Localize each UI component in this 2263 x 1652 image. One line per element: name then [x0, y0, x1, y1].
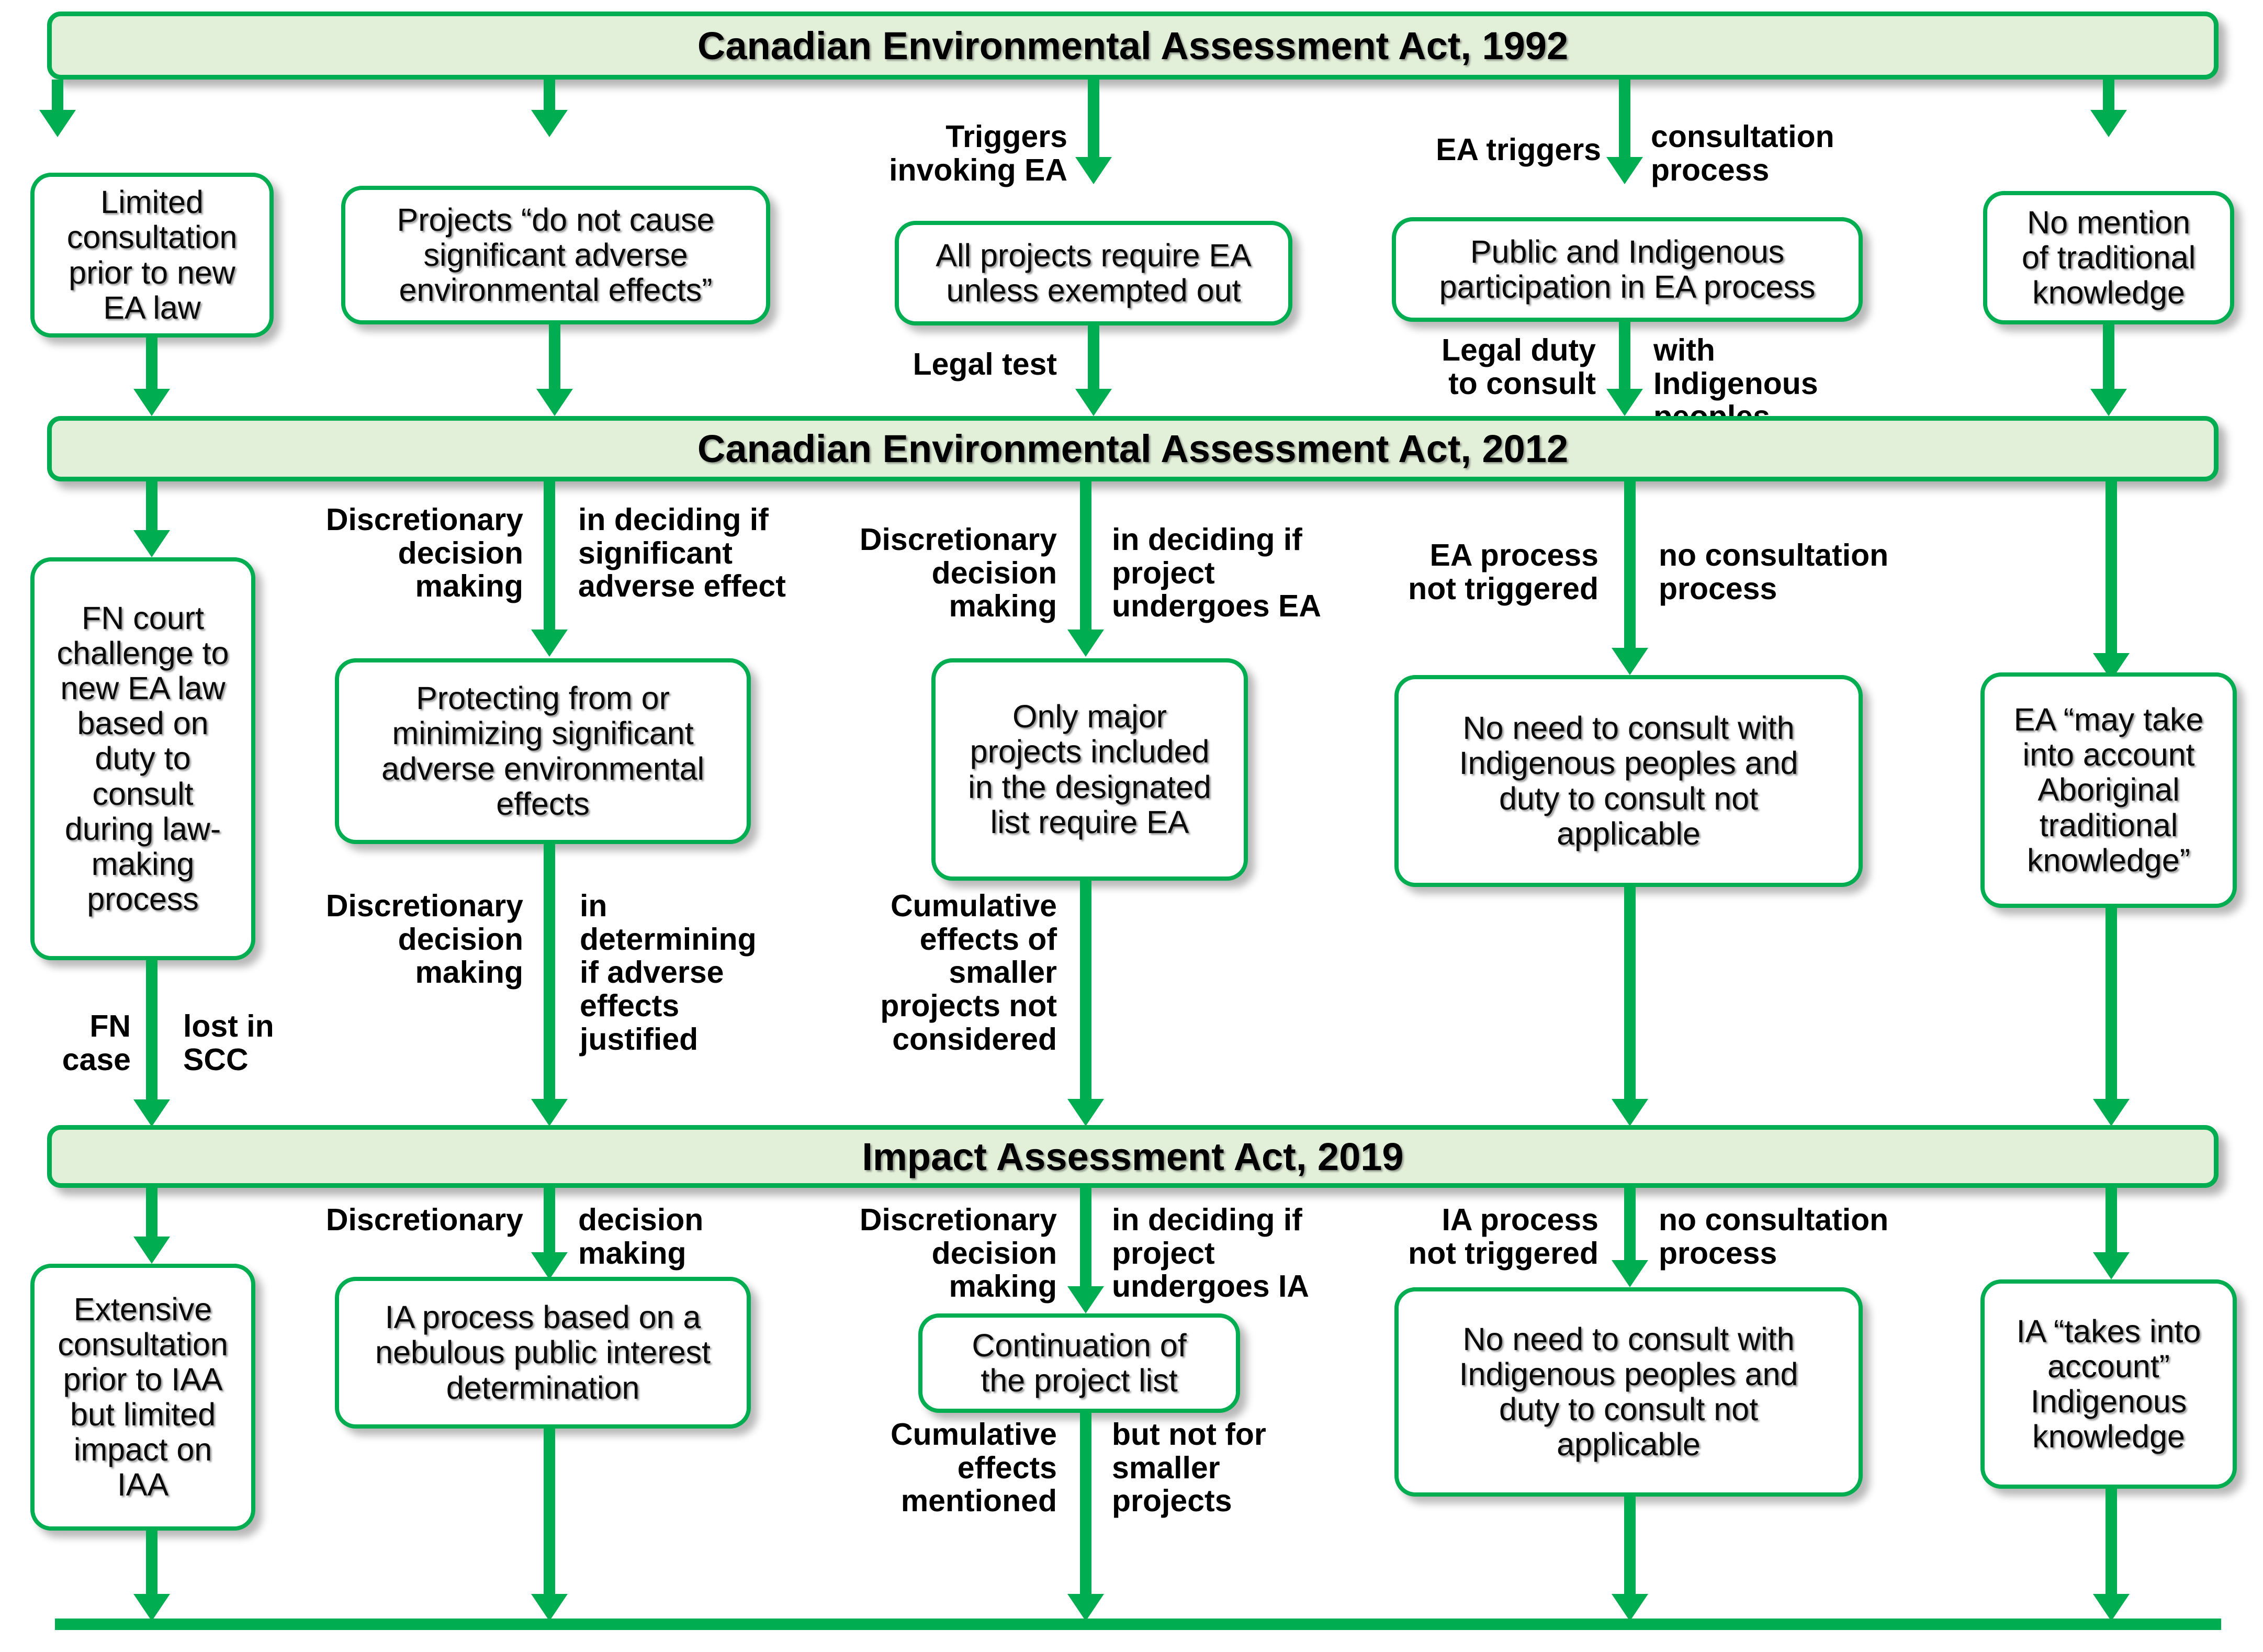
node-no-need-consult-2012-label: No need to consult with Indigenous peopl… — [1459, 710, 1798, 851]
node-fn-court-challenge[interactable]: FN court challenge to new EA law based o… — [30, 557, 255, 960]
arrow-no-need-consult-2012-to-2019 — [1612, 886, 1648, 1126]
act-banner-1992-label: Canadian Environmental Assessment Act, 1… — [697, 24, 1569, 68]
arrow-extensive-consultation-to-rail — [133, 1530, 170, 1621]
node-protecting-minimizing[interactable]: Protecting from or minimizing significan… — [335, 658, 751, 844]
edge-label-in-deciding-ia: in deciding if project undergoes IA — [1112, 1203, 1309, 1304]
node-extensive-consultation[interactable]: Extensive consultation prior to IAA but … — [30, 1264, 255, 1531]
arrow-1992-to-no-mention — [2090, 80, 2127, 137]
node-extensive-consultation-label: Extensive consultation prior to IAA but … — [58, 1291, 228, 1503]
node-continuation-project-list[interactable]: Continuation of the project list — [918, 1313, 1240, 1413]
node-no-need-consult-2019[interactable]: No need to consult with Indigenous peopl… — [1394, 1287, 1863, 1497]
arrow-2012-to-no-need-consult — [1612, 481, 1648, 675]
arrow-limited-consultation-to-2012 — [133, 338, 170, 416]
edge-label-cumulative-effects-mentioned: Cumulative effects mentioned — [890, 1417, 1057, 1519]
edge-label-discretionary-dm-a: Discretionary decision making — [325, 502, 523, 604]
node-ia-nebulous-public-interest-label: IA process based on a nebulous public in… — [375, 1299, 711, 1406]
arrow-2012-to-protecting — [531, 481, 568, 657]
arrow-may-take-to-2019 — [2093, 907, 2130, 1126]
edge-label-discretionary-dm-c: Discretionary decision making — [859, 522, 1057, 624]
act-banner-2019: Impact Assessment Act, 2019 — [47, 1125, 2219, 1188]
act-banner-2012-label: Canadian Environmental Assessment Act, 2… — [697, 427, 1569, 470]
node-fn-court-challenge-label: FN court challenge to new EA law based o… — [57, 600, 229, 917]
edge-label-but-not-for-smaller-projects: but not for smaller projects — [1112, 1417, 1266, 1519]
node-public-indigenous-participation[interactable]: Public and Indigenous participation in E… — [1392, 217, 1863, 322]
node-protecting-minimizing-label: Protecting from or minimizing significan… — [381, 680, 705, 822]
node-projects-do-not-cause-label: Projects “do not cause significant adver… — [397, 201, 715, 308]
arrow-1992-to-limited-consultation — [39, 80, 76, 137]
edge-label-ea-triggers: EA triggers — [1436, 132, 1601, 167]
edge-label-ea-not-triggered: EA process not triggered — [1408, 538, 1598, 606]
edge-label-no-consultation-process-2012: no consultation process — [1659, 538, 1889, 606]
arrow-2019-to-takes-into-account — [2093, 1188, 2130, 1279]
node-all-projects-require-ea-label: All projects require EA unless exempted … — [936, 237, 1252, 308]
edge-label-discretionary-dm-d: Discretionary decision making — [859, 1203, 1057, 1304]
bottom-rail — [55, 1619, 2221, 1630]
edge-label-decision-making-2019: decision making — [578, 1203, 704, 1271]
arrow-2012-to-may-take — [2093, 481, 2130, 680]
arrow-takes-into-account-to-rail — [2093, 1488, 2130, 1621]
edge-label-ia-not-triggered: IA process not triggered — [1408, 1203, 1598, 1271]
edge-label-cumulative-not-considered: Cumulative effects of smaller projects n… — [880, 889, 1057, 1057]
edge-label-fn-case: FN case — [62, 1009, 131, 1077]
edge-label-discretionary-2019: Discretionary — [325, 1203, 523, 1237]
node-no-mention-traditional-knowledge[interactable]: No mention of traditional knowledge — [1983, 191, 2234, 324]
arrow-continuation-to-rail — [1067, 1412, 1104, 1621]
arrow-no-need-consult-2019-to-rail — [1612, 1496, 1648, 1621]
arrow-1992-to-projects — [531, 80, 568, 137]
edge-label-in-determining-justified: in determining if adverse effects justif… — [580, 889, 757, 1057]
arrow-fn-court-to-2019 — [133, 959, 170, 1127]
arrow-public-participation-to-2012 — [1606, 322, 1643, 416]
arrow-2019-to-continuation — [1067, 1188, 1104, 1313]
node-all-projects-require-ea[interactable]: All projects require EA unless exempted … — [895, 221, 1292, 325]
node-limited-consultation-label: Limited consultation prior to new EA law — [66, 184, 238, 325]
node-no-mention-traditional-knowledge-label: No mention of traditional knowledge — [2021, 204, 2196, 311]
node-ia-takes-into-account-label: IA “takes into account” Indigenous knowl… — [2016, 1313, 2201, 1455]
arrow-2019-to-extensive-consultation — [133, 1188, 170, 1264]
arrow-2012-to-fn-court — [133, 481, 170, 557]
node-ea-may-take-into-account-label: EA “may take into account Aboriginal tra… — [2013, 702, 2204, 878]
node-projects-do-not-cause[interactable]: Projects “do not cause significant adver… — [341, 186, 770, 324]
node-no-need-consult-2012[interactable]: No need to consult with Indigenous peopl… — [1394, 675, 1863, 887]
node-only-major-projects[interactable]: Only major projects included in the desi… — [931, 658, 1248, 881]
arrow-2012-to-only-major — [1067, 481, 1104, 657]
node-no-need-consult-2019-label: No need to consult with Indigenous peopl… — [1459, 1321, 1798, 1463]
arrow-1992-to-public-participation — [1606, 80, 1643, 184]
act-banner-1992: Canadian Environmental Assessment Act, 1… — [47, 12, 2219, 80]
edge-label-no-consultation-process-2019: no consultation process — [1659, 1203, 1889, 1271]
node-public-indigenous-participation-label: Public and Indigenous participation in E… — [1439, 233, 1816, 305]
act-banner-2012: Canadian Environmental Assessment Act, 2… — [47, 416, 2219, 481]
node-ia-takes-into-account[interactable]: IA “takes into account” Indigenous knowl… — [1980, 1279, 2237, 1489]
arrow-only-major-to-2019 — [1067, 880, 1104, 1126]
arrow-1992-to-all-projects — [1075, 80, 1112, 184]
arrow-nebulous-to-rail — [531, 1428, 568, 1621]
arrow-projects-to-2012 — [536, 324, 573, 416]
node-only-major-projects-label: Only major projects included in the desi… — [968, 699, 1211, 840]
node-ia-nebulous-public-interest[interactable]: IA process based on a nebulous public in… — [335, 1277, 751, 1429]
arrow-2019-to-no-need-consult — [1612, 1188, 1648, 1287]
edge-label-legal-test: Legal test — [913, 347, 1057, 381]
diagram-canvas: Canadian Environmental Assessment Act, 1… — [0, 0, 2263, 1652]
node-continuation-project-list-label: Continuation of the project list — [972, 1327, 1187, 1398]
arrow-protecting-to-2019 — [531, 844, 568, 1126]
arrow-all-projects-to-2012 — [1075, 325, 1112, 416]
edge-label-in-deciding-ea: in deciding if project undergoes EA — [1112, 522, 1321, 624]
edge-label-lost-in-scc: lost in SCC — [183, 1009, 274, 1077]
node-ea-may-take-into-account[interactable]: EA “may take into account Aboriginal tra… — [1980, 672, 2237, 908]
edge-label-triggers-invoking-ea: Triggers invoking EA — [889, 119, 1067, 187]
act-banner-2019-label: Impact Assessment Act, 2019 — [862, 1134, 1404, 1178]
edge-label-discretionary-dm-b: Discretionary decision making — [325, 889, 523, 990]
edge-label-consultation-process: consultation process — [1651, 119, 1834, 187]
edge-label-legal-duty-to-consult: Legal duty to consult — [1441, 333, 1596, 401]
arrow-2019-to-nebulous — [531, 1188, 568, 1279]
arrow-no-mention-to-2012 — [2090, 324, 2127, 416]
edge-label-in-deciding-significant: in deciding if significant adverse effec… — [578, 502, 786, 604]
node-limited-consultation[interactable]: Limited consultation prior to new EA law — [30, 173, 274, 338]
